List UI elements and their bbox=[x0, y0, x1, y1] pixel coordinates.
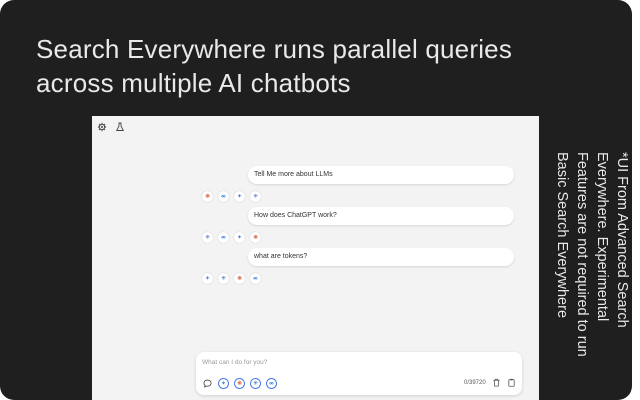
clipboard-icon[interactable] bbox=[507, 378, 516, 387]
claude-icon[interactable]: ✺ bbox=[202, 191, 213, 202]
prompt-input[interactable] bbox=[202, 356, 502, 368]
gemini-icon[interactable]: ✦ bbox=[234, 232, 245, 243]
trash-icon[interactable] bbox=[492, 378, 501, 387]
user-message: How does ChatGPT work? bbox=[248, 207, 514, 225]
meta-ai-icon[interactable]: ∞ bbox=[266, 378, 277, 389]
message-text: How does ChatGPT work? bbox=[254, 212, 337, 219]
meta-ai-icon[interactable]: ∞ bbox=[218, 232, 229, 243]
settings-icon[interactable] bbox=[97, 122, 107, 132]
promo-frame: Search Everywhere runs parallel queries … bbox=[0, 0, 632, 400]
user-message: what are tokens? bbox=[248, 248, 514, 266]
headline: Search Everywhere runs parallel queries … bbox=[36, 34, 513, 98]
claude-icon[interactable]: ✺ bbox=[234, 273, 245, 284]
search-everywhere-panel: Tell Me more about LLMs ✺ ∞ ✦ ✳ How does… bbox=[92, 116, 539, 400]
perplexity-icon[interactable]: ✳ bbox=[218, 273, 229, 284]
chatbot-toggles: ✦ ✺ ✳ ∞ bbox=[202, 378, 277, 389]
prompt-composer: ✦ ✺ ✳ ∞ 0/39720 bbox=[196, 352, 522, 395]
gemini-icon[interactable]: ✦ bbox=[234, 191, 245, 202]
user-message: Tell Me more about LLMs bbox=[248, 166, 514, 184]
perplexity-icon[interactable]: ✳ bbox=[250, 191, 261, 202]
bot-responses: ✳ ∞ ✦ ✺ bbox=[202, 232, 261, 243]
panel-toolbar bbox=[97, 122, 125, 132]
gemini-icon[interactable]: ✦ bbox=[202, 273, 213, 284]
perplexity-icon[interactable]: ✳ bbox=[202, 232, 213, 243]
side-note: *UI From Advanced Search Everywhere. Exp… bbox=[554, 152, 630, 357]
claude-icon[interactable]: ✺ bbox=[250, 232, 261, 243]
message-text: Tell Me more about LLMs bbox=[254, 171, 333, 178]
bot-responses: ✦ ✳ ✺ ∞ bbox=[202, 273, 261, 284]
gemini-icon[interactable]: ✦ bbox=[218, 378, 229, 389]
claude-icon[interactable]: ✺ bbox=[234, 378, 245, 389]
meta-ai-icon[interactable]: ∞ bbox=[250, 273, 261, 284]
bot-responses: ✺ ∞ ✦ ✳ bbox=[202, 191, 261, 202]
chat-icon[interactable] bbox=[202, 378, 213, 389]
flask-icon[interactable] bbox=[115, 122, 125, 132]
meta-ai-icon[interactable]: ∞ bbox=[218, 191, 229, 202]
perplexity-icon[interactable]: ✳ bbox=[250, 378, 261, 389]
message-text: what are tokens? bbox=[254, 253, 308, 260]
character-counter: 0/39720 bbox=[464, 380, 486, 386]
composer-actions bbox=[492, 378, 516, 387]
